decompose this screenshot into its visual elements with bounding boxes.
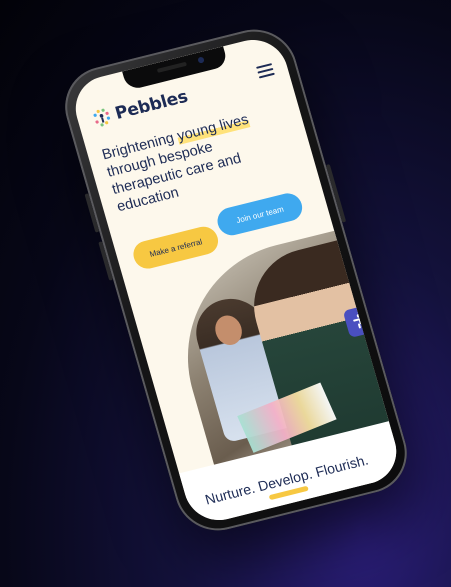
camera	[197, 56, 205, 64]
hamburger-menu-icon[interactable]	[256, 63, 275, 79]
phone-screen: Pebbles Brightening young lives through …	[67, 32, 405, 528]
join-team-button[interactable]: Join our team	[214, 190, 306, 239]
volume-up-button	[84, 193, 100, 233]
tagline: Nurture. Develop. Flourish.	[203, 451, 371, 508]
make-referral-button[interactable]: Make a referral	[130, 223, 222, 272]
volume-down-button	[98, 241, 114, 281]
speaker	[156, 61, 188, 73]
scene: Pebbles Brightening young lives through …	[0, 0, 451, 587]
phone-mockup: Pebbles Brightening young lives through …	[55, 20, 417, 540]
